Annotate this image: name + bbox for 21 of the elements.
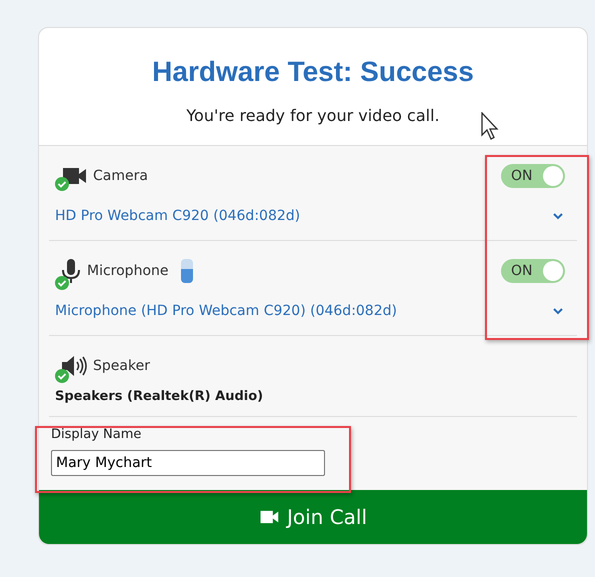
chevron-down-icon[interactable]: [553, 308, 563, 314]
device-label: Speaker: [93, 358, 150, 374]
device-select[interactable]: Microphone (HD Pro Webcam C920) (046d:082d): [55, 303, 397, 319]
status-message: You're ready for your video call.: [185, 106, 441, 125]
device-select[interactable]: HD Pro Webcam C920 (046d:082d): [55, 208, 300, 224]
toggle-switch[interactable]: ON: [501, 259, 565, 283]
device-name: Speakers (Realtek(R) Audio): [55, 389, 264, 404]
device-label: Microphone: [87, 263, 168, 279]
video-camera-icon: [258, 510, 279, 524]
page-title: Hardware Test: Success: [151, 56, 475, 88]
video-camera-icon: [61, 167, 87, 185]
microphone-icon: [61, 258, 81, 284]
field-label: Display Name: [51, 427, 142, 442]
join-call-button[interactable]: Join Call: [39, 490, 587, 544]
device-label: Camera: [93, 168, 148, 184]
toggle-switch[interactable]: ON: [501, 164, 565, 188]
mouse-pointer-icon: [481, 112, 501, 140]
chevron-down-icon[interactable]: [553, 212, 563, 220]
level-meter: [180, 259, 192, 283]
speaker-icon: [61, 355, 87, 377]
input-field[interactable]: Mary Mychart: [51, 450, 325, 476]
